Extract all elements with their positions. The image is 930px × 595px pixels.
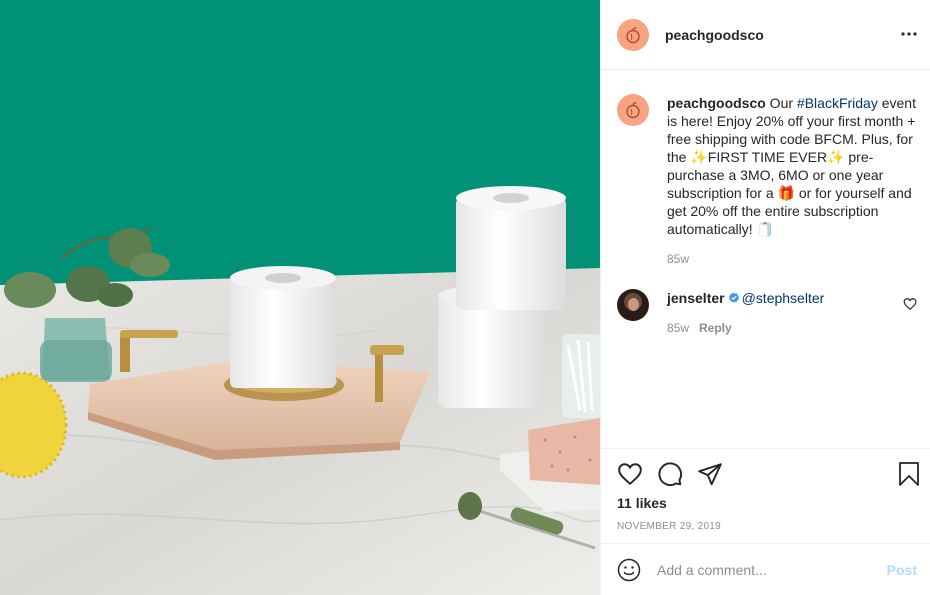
- post-comment-button[interactable]: Post: [887, 562, 917, 578]
- like-count[interactable]: 11 likes: [617, 495, 667, 511]
- more-options-icon[interactable]: [899, 24, 919, 44]
- caption-username[interactable]: peachgoodsco: [667, 95, 766, 111]
- post-caption: peachgoodsco Our #BlackFriday event is h…: [617, 94, 917, 268]
- comment-icon[interactable]: [657, 461, 683, 487]
- comment-timestamp[interactable]: 85w: [667, 321, 689, 335]
- action-icons: [617, 461, 737, 487]
- post-actions: 11 likes NOVEMBER 29, 2019: [601, 448, 930, 543]
- share-icon[interactable]: [697, 461, 723, 487]
- commenter-avatar[interactable]: [617, 289, 649, 321]
- bathroom-products-image: [0, 0, 600, 595]
- caption-text-part-1: Our: [765, 95, 797, 111]
- commenter-username[interactable]: jenselter: [667, 290, 725, 306]
- post-header: peachgoodsco: [601, 0, 930, 70]
- emoji-icon[interactable]: [617, 558, 641, 582]
- post-photo[interactable]: [0, 0, 600, 595]
- peach-logo-icon: [626, 102, 640, 119]
- comment-body: jenselter @stephselter 85w Reply: [667, 289, 824, 337]
- caption-text: peachgoodsco Our #BlackFriday event is h…: [667, 94, 917, 268]
- author-username[interactable]: peachgoodsco: [665, 27, 764, 43]
- verified-badge-icon: [728, 292, 739, 303]
- add-comment-bar: Post: [601, 543, 930, 595]
- comment-heart-icon[interactable]: [903, 297, 917, 311]
- avatar-face: [628, 298, 639, 311]
- heart-icon[interactable]: [617, 461, 643, 487]
- caption-text-part-2: event is here! Enjoy 20% off your first …: [667, 95, 916, 237]
- caption-timestamp[interactable]: 85w: [667, 250, 917, 268]
- post-date: NOVEMBER 29, 2019: [617, 521, 722, 532]
- author-avatar[interactable]: [617, 18, 649, 51]
- reply-button[interactable]: Reply: [699, 321, 732, 335]
- comment-item: jenselter @stephselter 85w Reply: [617, 289, 917, 337]
- hashtag-link[interactable]: #BlackFriday: [797, 95, 878, 111]
- mention-link[interactable]: @stephselter: [742, 290, 825, 306]
- peach-logo-icon: [626, 26, 640, 43]
- bookmark-icon[interactable]: [897, 461, 921, 487]
- comment-meta: 85w Reply: [667, 319, 824, 337]
- comment-input[interactable]: [657, 561, 872, 578]
- caption-author-avatar[interactable]: [617, 94, 649, 126]
- post-details-panel: peachgoodsco peachgoodsco Our #BlackFrid…: [600, 0, 930, 595]
